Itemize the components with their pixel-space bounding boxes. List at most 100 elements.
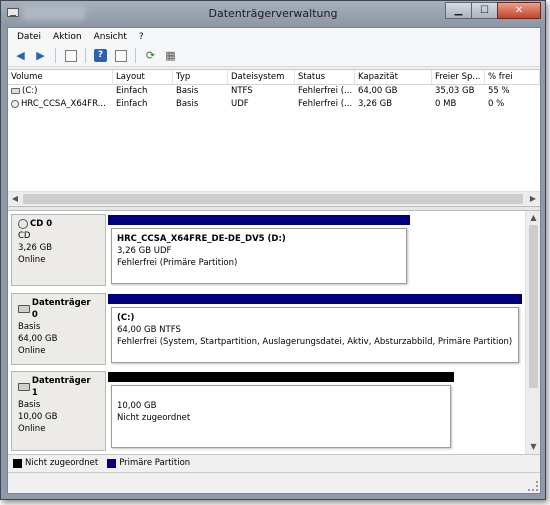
partition-status: Nicht zugeordnet bbox=[117, 413, 191, 423]
capacity-cell: 3,26 GB bbox=[358, 99, 393, 109]
filesystem-cell: UDF bbox=[231, 99, 249, 109]
disk-name: Datenträger 1 bbox=[31, 376, 91, 398]
table-row[interactable]: HRC_CCSA_X64FR... Einfach Basis UDF Fehl… bbox=[8, 98, 540, 111]
scroll-right-icon[interactable]: ▶ bbox=[527, 193, 539, 205]
volume-list-header: Volume Layout Typ Dateisystem Status Kap… bbox=[8, 70, 540, 85]
disk-type: Basis bbox=[18, 322, 41, 332]
close-button[interactable]: ✕ bbox=[497, 2, 541, 19]
disk-label-cd0[interactable]: CD 0 CD 3,26 GB Online bbox=[11, 214, 106, 286]
scroll-down-icon[interactable]: ▼ bbox=[527, 441, 540, 453]
column-header-kapazitaet[interactable]: Kapazität bbox=[355, 70, 432, 84]
column-header-prozent-frei[interactable]: % frei bbox=[485, 70, 540, 84]
partition-name: HRC_CCSA_X64FRE_DE-DE_DV5 (D:) bbox=[117, 234, 286, 244]
layout-cell: Einfach bbox=[116, 99, 148, 109]
scroll-thumb[interactable] bbox=[529, 225, 538, 388]
free-space-cell: 35,03 GB bbox=[435, 86, 475, 96]
volume-name: HRC_CCSA_X64FR... bbox=[21, 99, 106, 109]
title-bar[interactable]: Datenträgerverwaltung ▁ ☐ ✕ bbox=[1, 1, 545, 27]
horizontal-scrollbar[interactable]: ◀ ▶ bbox=[8, 191, 540, 205]
volume-name: (C:) bbox=[22, 86, 38, 96]
disk-size: 3,26 GB bbox=[18, 243, 53, 253]
percent-free-cell: 0 % bbox=[488, 99, 505, 109]
column-header-volume[interactable]: Volume bbox=[8, 70, 113, 84]
maximize-button[interactable]: ☐ bbox=[471, 2, 497, 19]
percent-free-cell: 55 % bbox=[488, 86, 510, 96]
column-header-dateisystem[interactable]: Dateisystem bbox=[228, 70, 295, 84]
partition-status: Fehlerfrei (System, Startpartition, Ausl… bbox=[117, 337, 513, 347]
settings-icon[interactable]: ▦ bbox=[162, 47, 179, 64]
disk-type: CD bbox=[18, 231, 31, 241]
disk-status: Online bbox=[18, 424, 46, 434]
column-header-freier-speicher[interactable]: Freier Sp... bbox=[432, 70, 485, 84]
caption-buttons: ▁ ☐ ✕ bbox=[445, 2, 541, 19]
menu-bar: Datei Aktion Ansicht ? bbox=[8, 28, 540, 45]
partition-name: (C:) bbox=[117, 313, 135, 323]
scroll-thumb[interactable] bbox=[23, 194, 523, 204]
client-area: Datei Aktion Ansicht ? ◀ ▶ ? ⟳ ▦ Volume … bbox=[7, 27, 541, 494]
capacity-cell: 64,00 GB bbox=[358, 86, 398, 96]
disk-icon bbox=[18, 383, 30, 391]
disk-label-disk0[interactable]: Datenträger 0 Basis 64,00 GB Online bbox=[11, 293, 106, 365]
partition-detail: 64,00 GB NTFS bbox=[117, 325, 181, 335]
cd-icon bbox=[11, 99, 19, 108]
partition-cd0[interactable]: HRC_CCSA_X64FRE_DE-DE_DV5 (D:) 3,26 GB U… bbox=[108, 215, 410, 287]
toolbar-separator bbox=[135, 48, 136, 63]
forward-arrow-icon[interactable]: ▶ bbox=[32, 47, 49, 64]
status-bar bbox=[8, 472, 540, 493]
partition-color-bar bbox=[108, 294, 522, 304]
vertical-scrollbar[interactable]: ▲ ▼ bbox=[525, 211, 540, 454]
partition-color-bar bbox=[108, 372, 454, 382]
disk-size: 64,00 GB bbox=[18, 334, 58, 344]
disk-label-disk1[interactable]: Datenträger 1 Basis 10,00 GB Online bbox=[11, 371, 106, 451]
partition-disk1-unallocated[interactable]: 10,00 GB Nicht zugeordnet bbox=[108, 372, 454, 451]
disk-status: Online bbox=[18, 346, 46, 356]
app-window: Datenträgerverwaltung ▁ ☐ ✕ Datei Aktion… bbox=[0, 0, 546, 500]
partition-color-bar bbox=[108, 215, 410, 225]
type-cell: Basis bbox=[176, 99, 199, 109]
disk-icon bbox=[18, 305, 30, 313]
volume-list: Volume Layout Typ Dateisystem Status Kap… bbox=[8, 69, 540, 205]
disk-graphical-view: CD 0 CD 3,26 GB Online HRC_CCSA_X64FRE_D… bbox=[8, 211, 540, 454]
column-header-typ[interactable]: Typ bbox=[173, 70, 228, 84]
menu-datei[interactable]: Datei bbox=[11, 32, 47, 42]
table-row[interactable]: (C:) Einfach Basis NTFS Fehlerfrei (... … bbox=[8, 85, 540, 98]
partition-status: Fehlerfrei (Primäre Partition) bbox=[117, 258, 238, 268]
properties-icon[interactable] bbox=[112, 47, 129, 64]
partition-detail: 3,26 GB UDF bbox=[117, 246, 172, 256]
status-cell: Fehlerfrei (... bbox=[298, 99, 353, 109]
drive-icon bbox=[11, 87, 20, 94]
back-arrow-icon[interactable]: ◀ bbox=[12, 47, 29, 64]
status-cell: Fehlerfrei (... bbox=[298, 86, 353, 96]
column-header-layout[interactable]: Layout bbox=[113, 70, 173, 84]
volume-cell: (C:) bbox=[8, 85, 113, 98]
minimize-button[interactable]: ▁ bbox=[445, 2, 471, 19]
toolbar-separator bbox=[55, 48, 56, 63]
scroll-up-icon[interactable]: ▲ bbox=[527, 212, 540, 224]
disk-type: Basis bbox=[18, 400, 41, 410]
disk-name-row: Datenträger 1 bbox=[18, 375, 99, 399]
scroll-left-icon[interactable]: ◀ bbox=[9, 193, 21, 205]
toolbar-separator bbox=[85, 48, 86, 63]
legend-swatch bbox=[13, 458, 22, 468]
partition-disk0[interactable]: (C:) 64,00 GB NTFS Fehlerfrei (System, S… bbox=[108, 294, 522, 366]
legend: Nicht zugeordnet Primäre Partition bbox=[8, 454, 540, 471]
help-icon[interactable]: ? bbox=[92, 47, 109, 64]
menu-aktion[interactable]: Aktion bbox=[47, 32, 88, 42]
show-hide-tree-icon[interactable] bbox=[62, 47, 79, 64]
disk-name-row: Datenträger 0 bbox=[18, 297, 99, 321]
legend-label: Primäre Partition bbox=[119, 458, 191, 468]
disk-name: CD 0 bbox=[30, 219, 53, 229]
layout-cell: Einfach bbox=[116, 86, 148, 96]
legend-item-primary: Primäre Partition bbox=[107, 458, 190, 468]
disk-size: 10,00 GB bbox=[18, 412, 58, 422]
menu-ansicht[interactable]: Ansicht bbox=[88, 32, 133, 42]
refresh-icon[interactable]: ⟳ bbox=[142, 47, 159, 64]
disk-name-row: CD 0 bbox=[18, 218, 99, 230]
resize-grip[interactable] bbox=[528, 481, 538, 491]
partition-body: (C:) 64,00 GB NTFS Fehlerfrei (System, S… bbox=[111, 307, 519, 363]
menu-help[interactable]: ? bbox=[133, 32, 150, 42]
legend-item-unallocated: Nicht zugeordnet bbox=[13, 458, 98, 468]
disk-name: Datenträger 0 bbox=[31, 298, 91, 320]
column-header-status[interactable]: Status bbox=[295, 70, 355, 84]
partition-body: HRC_CCSA_X64FRE_DE-DE_DV5 (D:) 3,26 GB U… bbox=[111, 228, 407, 284]
